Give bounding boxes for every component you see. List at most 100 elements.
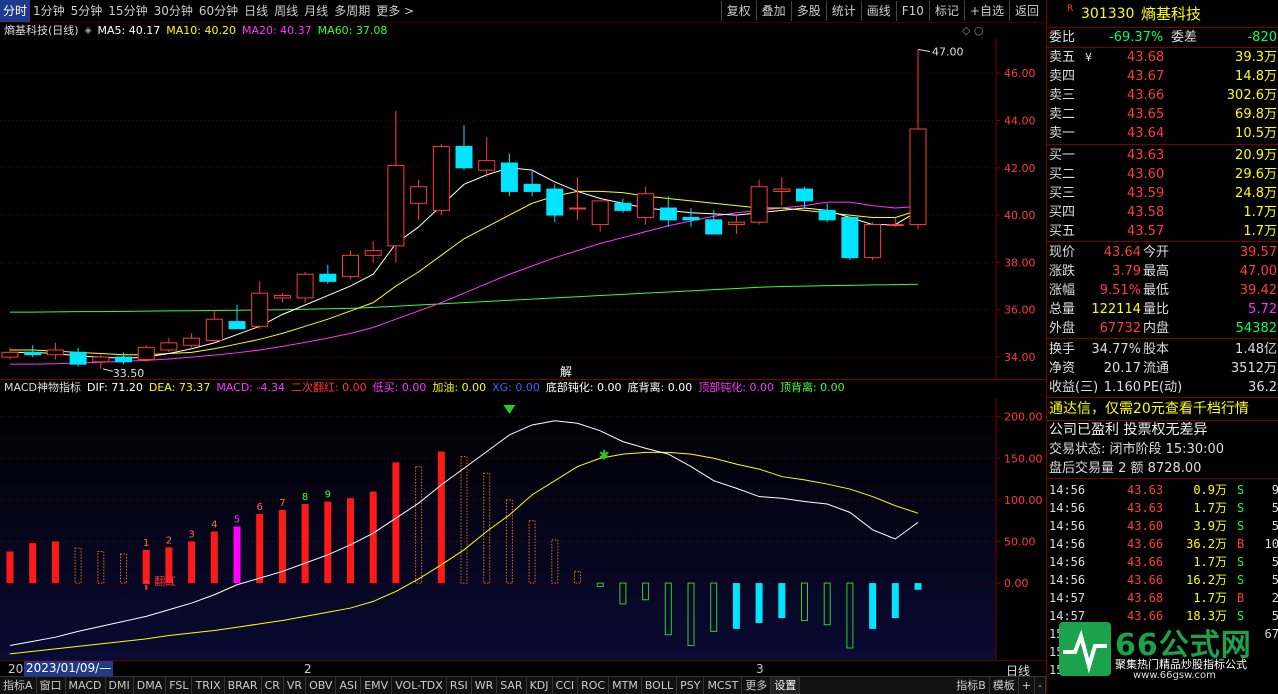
tab-right-0[interactable]: 指标B — [953, 677, 990, 694]
toolbar-button-2[interactable]: 多股 — [790, 1, 826, 21]
candle[interactable] — [319, 264, 337, 284]
ask-row-1[interactable]: 卖一 43.64 10.5万 — [1047, 124, 1278, 143]
period-tab-1[interactable]: 1分钟 — [30, 0, 68, 22]
indicator-tab-6[interactable]: TRIX — [192, 677, 225, 694]
period-tab-3[interactable]: 15分钟 — [105, 0, 150, 22]
bid-row-1[interactable]: 买一 43.63 20.9万 — [1047, 146, 1278, 165]
bid-row-4[interactable]: 买四 43.58 1.7万 — [1047, 203, 1278, 222]
period-tab-4[interactable]: 30分钟 — [151, 0, 196, 22]
candle[interactable] — [137, 345, 155, 362]
macd-chart[interactable]: 0.00 50.00 100.00 150.00 200.00 1 2 3 4 5 6 7 8 9 ✱ 翻红 — [0, 398, 1046, 660]
candle[interactable] — [46, 342, 64, 360]
candle[interactable] — [818, 203, 836, 223]
toolbar-button-7[interactable]: +自选 — [963, 1, 1009, 21]
ask-row-3[interactable]: 卖三 43.66 302.6万 — [1047, 86, 1278, 105]
tab-right-2[interactable]: + — [1019, 677, 1036, 694]
tab-right-3[interactable]: - — [1035, 677, 1046, 694]
candle[interactable] — [909, 49, 927, 230]
candle[interactable] — [659, 196, 677, 227]
candle[interactable] — [886, 217, 904, 227]
candle[interactable] — [478, 137, 496, 178]
indicator-tab-5[interactable]: FSL — [166, 677, 193, 694]
promo-row[interactable]: 通达信，仅需20元查看千档行情 — [1047, 399, 1278, 419]
ask-row-5[interactable]: 卖五 ¥43.68 39.3万 — [1047, 48, 1278, 67]
indicator-tab-14[interactable]: RSI — [447, 677, 472, 694]
candle[interactable] — [387, 110, 405, 263]
candle[interactable] — [296, 271, 314, 303]
candle[interactable] — [637, 186, 655, 225]
chart-options-icons[interactable]: ◇ ○ — [962, 24, 992, 38]
candle[interactable] — [523, 170, 541, 197]
candle[interactable] — [1, 347, 19, 360]
candle[interactable] — [69, 347, 87, 367]
indicator-tab-15[interactable]: WR — [472, 677, 498, 694]
candle[interactable] — [682, 208, 700, 227]
candle[interactable] — [864, 222, 882, 261]
candle[interactable] — [273, 293, 291, 303]
candle[interactable] — [727, 215, 745, 235]
candle[interactable] — [841, 215, 859, 261]
bid-row-3[interactable]: 买三 43.59 24.8万 — [1047, 184, 1278, 203]
toolbar-button-8[interactable]: 返回 — [1008, 1, 1044, 21]
candle[interactable] — [455, 125, 473, 171]
candle[interactable] — [342, 250, 359, 279]
indicator-tab-7[interactable]: BRAR — [225, 677, 262, 694]
period-tab-9[interactable]: 多周期 — [331, 0, 373, 22]
period-tab-8[interactable]: 月线 — [301, 0, 331, 22]
candle[interactable] — [546, 184, 564, 223]
indicator-tab-18[interactable]: CCI — [553, 677, 579, 694]
toolbar-button-3[interactable]: 统计 — [825, 1, 861, 21]
candlestick-chart[interactable]: 34.00 36.00 38.00 40.00 42.00 44.00 46.00 47.00… — [0, 38, 1046, 378]
indicator-tab-12[interactable]: EMV — [361, 677, 393, 694]
indicator-tab-0[interactable]: 指标A — [0, 677, 37, 694]
indicator-tab-21[interactable]: BOLL — [642, 677, 678, 694]
indicator-tab-25[interactable]: 设置 — [771, 677, 801, 694]
indicator-tab-19[interactable]: ROC — [578, 677, 610, 694]
candle[interactable] — [614, 198, 632, 213]
indicator-tab-9[interactable]: VR — [284, 677, 307, 694]
indicator-tab-1[interactable]: 窗口 — [37, 677, 66, 694]
indicator-tab-3[interactable]: DMI — [106, 677, 134, 694]
toolbar-button-1[interactable]: 叠加 — [755, 1, 791, 21]
indicator-tab-13[interactable]: VOL-TDX — [392, 677, 447, 694]
period-tab-5[interactable]: 60分钟 — [196, 0, 241, 22]
candle[interactable] — [205, 309, 223, 343]
bid-row-5[interactable]: 买五 43.57 1.7万 — [1047, 222, 1278, 241]
indicator-tab-11[interactable]: ASI — [336, 677, 362, 694]
candle[interactable] — [410, 179, 428, 220]
candle[interactable] — [750, 179, 768, 225]
ask-row-2[interactable]: 卖二 43.65 69.8万 — [1047, 105, 1278, 124]
indicator-tab-20[interactable]: MTM — [609, 677, 642, 694]
period-tab-10[interactable]: 更多 > — [373, 0, 417, 22]
candle[interactable] — [591, 200, 609, 232]
toolbar-button-5[interactable]: F10 — [895, 1, 929, 21]
candle[interactable] — [183, 333, 201, 348]
period-tab-6[interactable]: 日线 — [241, 0, 271, 22]
macd-indicator-name[interactable]: MACD神物指标 — [4, 380, 81, 396]
tab-right-1[interactable]: 模板 — [990, 677, 1019, 694]
indicator-tab-2[interactable]: MACD — [66, 677, 106, 694]
period-tab-0[interactable]: 分时 — [0, 0, 31, 22]
ask-row-4[interactable]: 卖四 43.67 14.8万 — [1047, 67, 1278, 86]
indicator-tab-17[interactable]: KDJ — [527, 677, 553, 694]
candle[interactable] — [569, 177, 586, 220]
indicator-tab-24[interactable]: 更多 — [742, 677, 772, 694]
bid-row-2[interactable]: 买二 43.60 29.6万 — [1047, 165, 1278, 184]
toolbar-button-4[interactable]: 画线 — [860, 1, 896, 21]
indicator-tab-10[interactable]: OBV — [306, 677, 337, 694]
candle[interactable] — [228, 305, 246, 330]
candle[interactable] — [24, 345, 42, 358]
period-tab-7[interactable]: 周线 — [271, 0, 301, 22]
toolbar-button-6[interactable]: 标记 — [928, 1, 964, 21]
candle[interactable] — [773, 177, 791, 206]
indicator-tab-8[interactable]: CR — [262, 677, 284, 694]
indicator-tab-22[interactable]: PSY — [677, 677, 705, 694]
cycle-icon[interactable]: ◈ — [85, 23, 92, 39]
indicator-tab-23[interactable]: MCST — [704, 677, 743, 694]
toolbar-button-0[interactable]: 复权 — [720, 1, 756, 21]
candle[interactable] — [500, 153, 518, 197]
candle[interactable] — [92, 354, 110, 369]
period-tab-2[interactable]: 5分钟 — [68, 0, 106, 22]
candle[interactable] — [364, 241, 382, 263]
candle[interactable] — [160, 338, 178, 353]
